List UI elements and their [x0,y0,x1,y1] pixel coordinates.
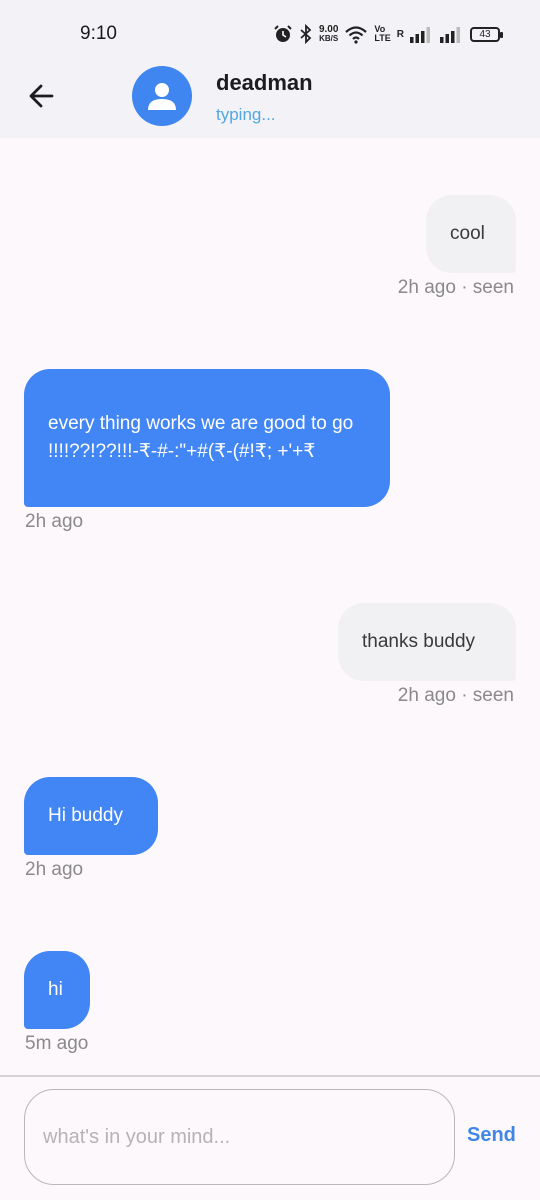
volte-indicator: Vo LTE [374,25,390,43]
avatar[interactable] [132,66,192,126]
alarm-icon [274,25,292,42]
chat-header: deadman typing... [0,60,540,138]
message-meta: 2h ago · seen [397,277,514,298]
signal-icon [410,27,430,43]
status-icons: 9.00 KB/S Vo LTE R 43 [273,22,503,46]
contact-name: deadman [216,70,313,95]
network-speed-value: 9.00 [318,24,339,35]
message-text: cool [450,223,485,244]
back-arrow-icon [29,84,54,108]
volte-bottom: LTE [374,33,391,43]
back-button[interactable] [24,78,60,114]
network-speed-unit: KB/S [319,34,339,43]
signal-icon-2 [440,27,460,43]
message-meta: 2h ago [25,859,84,880]
message-meta: 2h ago · seen [397,685,514,706]
message-text: Hi buddy [48,805,123,826]
message-meta: 5m ago [25,1033,89,1054]
message-input-container[interactable] [24,1089,455,1185]
message-text: hi [48,979,63,1000]
send-button[interactable]: Send [467,1124,516,1147]
message-bubble-outgoing[interactable]: thanks buddy [338,603,516,681]
message-meta: 2h ago [25,511,84,532]
composer-divider [0,1075,540,1077]
wifi-icon [345,26,368,44]
battery-indicator: 43 [470,26,503,42]
person-icon [148,83,176,110]
message-input[interactable] [25,1090,454,1184]
message-bubble-incoming[interactable]: hi [24,951,90,1029]
message-text: thanks buddy [362,631,476,652]
roaming-label: R [396,28,404,40]
message-text: every thing works we are good to go !!!!… [48,413,354,462]
network-speed: 9.00 KB/S [318,24,339,44]
message-bubble-outgoing[interactable]: cool [426,195,516,273]
status-time: 9:10 [80,23,117,44]
status-bar: 9:10 9.00 KB/S Vo LTE R 43 [0,0,540,60]
message-bubble-incoming[interactable]: every thing works we are good to go !!!!… [24,369,390,507]
bluetooth-icon [300,24,312,44]
contact-status: typing... [216,105,276,124]
message-bubble-incoming[interactable]: Hi buddy [24,777,158,855]
